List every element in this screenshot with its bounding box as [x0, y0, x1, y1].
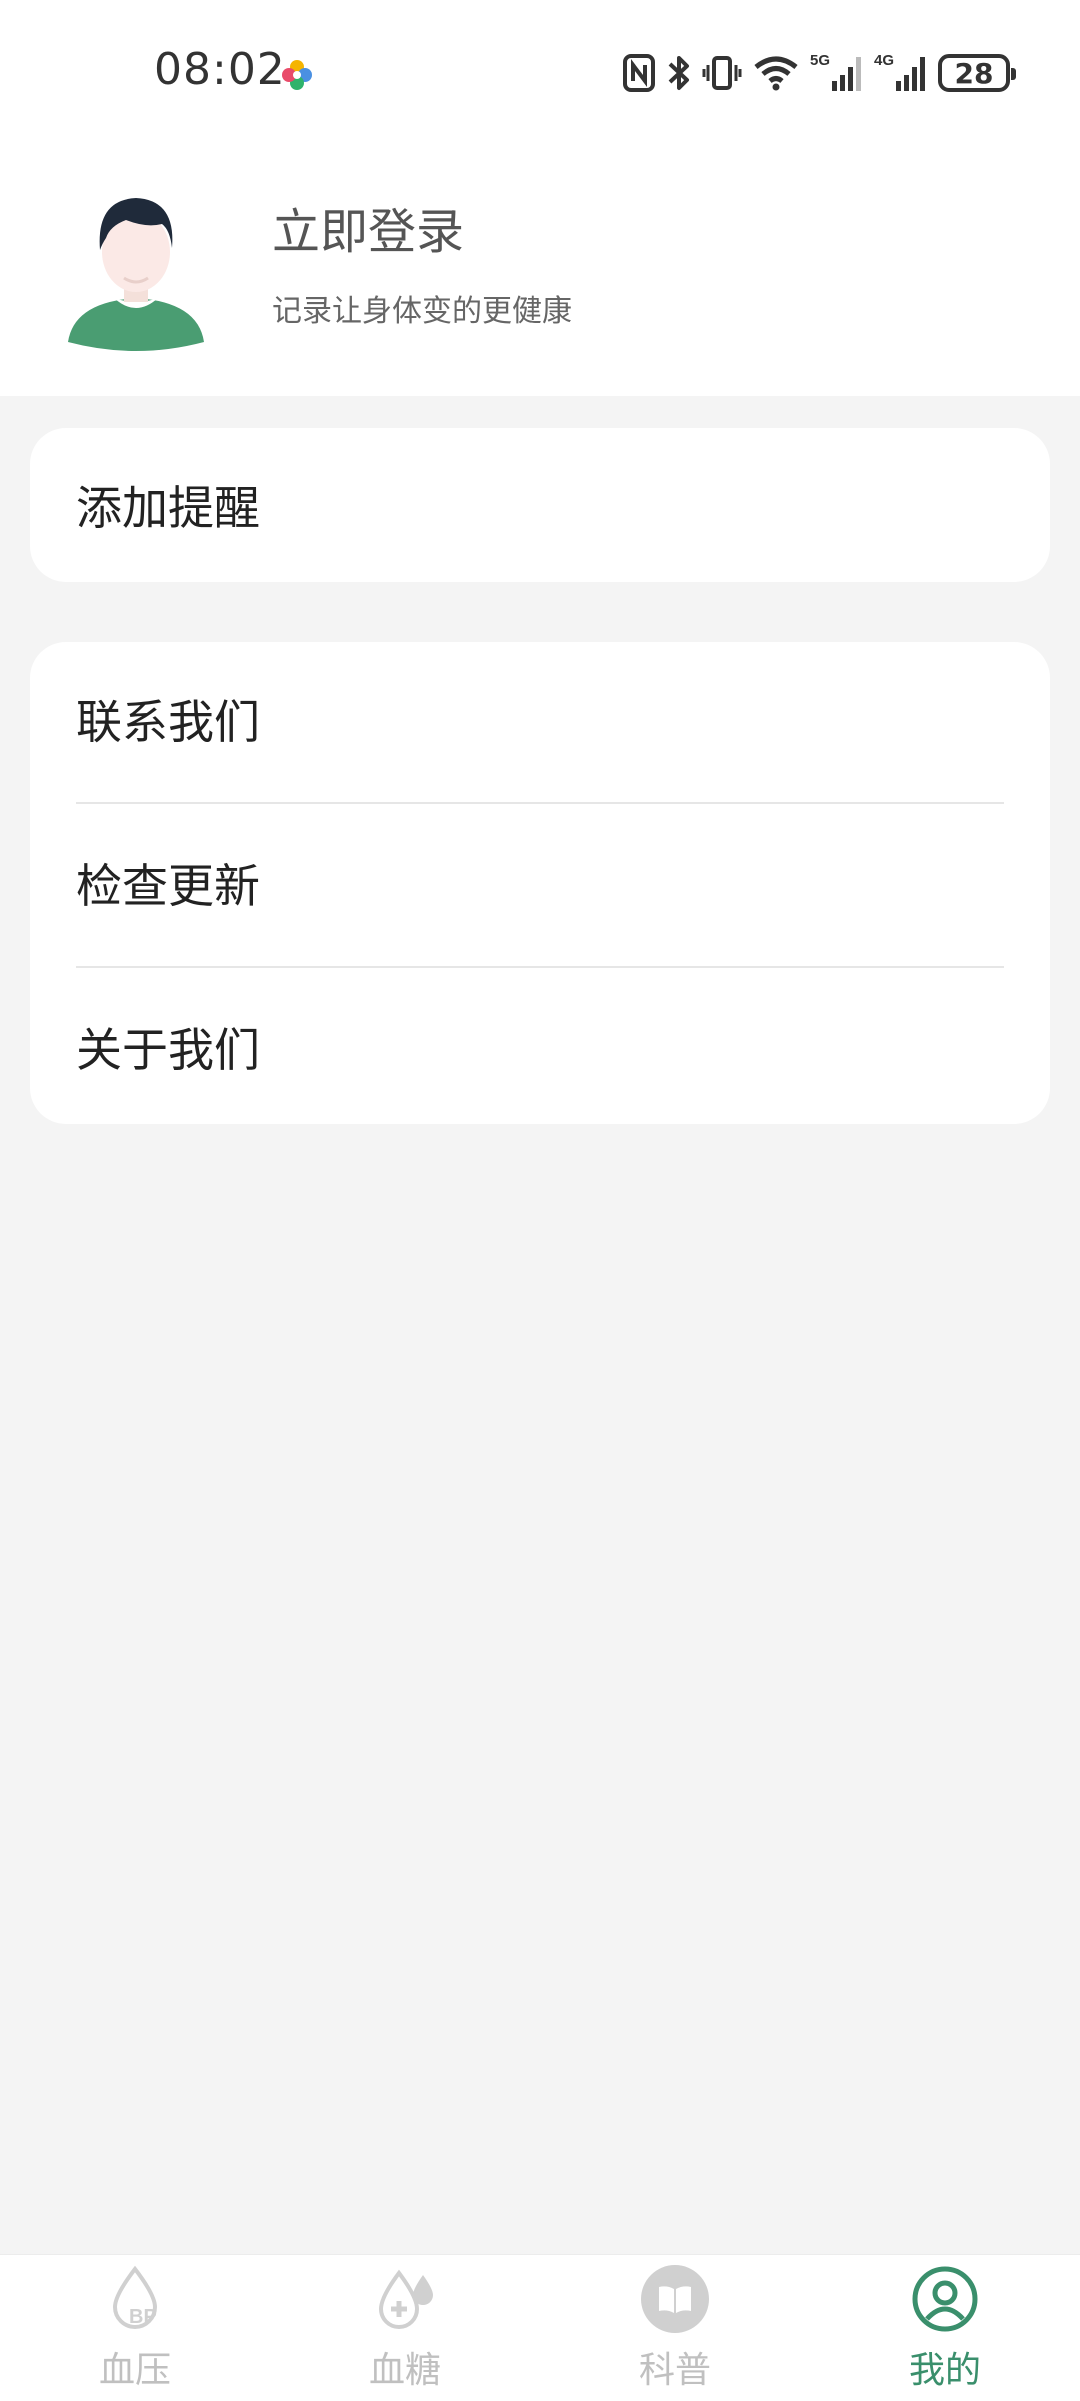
contact-us-item[interactable]: 联系我们	[76, 642, 1004, 796]
tab-blood-sugar-label: 血糖	[368, 2350, 441, 2391]
tab-mine[interactable]: 我的	[810, 2255, 1080, 2401]
status-time: 08:02	[154, 44, 286, 95]
check-update-label: 检查更新	[76, 859, 260, 913]
app-notification-icon	[282, 60, 312, 90]
tab-blood-pressure[interactable]: BP 血压	[0, 2255, 270, 2401]
book-icon	[641, 2265, 709, 2333]
status-bar: 08:02 5G 4G 28	[0, 0, 1080, 140]
contact-us-label: 联系我们	[76, 695, 260, 749]
blood-sugar-icon	[378, 2269, 433, 2329]
about-us-label: 关于我们	[76, 1023, 260, 1077]
check-update-item[interactable]: 检查更新	[76, 806, 1004, 960]
bottom-nav: BP 血压 血糖 科普 我的	[0, 2254, 1080, 2401]
svg-text:BP: BP	[129, 2306, 157, 2328]
divider	[76, 966, 1004, 968]
battery-level: 28	[954, 56, 994, 90]
signal-4g-icon: 4G	[874, 52, 925, 91]
signal-5g-icon: 5G	[810, 52, 861, 91]
blood-pressure-icon: BP	[112, 2265, 158, 2329]
avatar[interactable]	[66, 190, 206, 352]
bluetooth-icon	[668, 56, 689, 90]
signal-5g-label: 5G	[810, 52, 830, 69]
vibrate-icon	[702, 56, 742, 90]
tab-science[interactable]: 科普	[540, 2255, 810, 2401]
settings-card: 联系我们 检查更新 关于我们	[30, 642, 1050, 1124]
status-icons: 5G 4G 28	[622, 50, 1016, 96]
login-title[interactable]: 立即登录	[272, 192, 464, 262]
add-reminder-item[interactable]: 添加提醒	[76, 428, 1004, 582]
battery-icon: 28	[938, 54, 1016, 92]
divider	[76, 802, 1004, 804]
profile-icon	[912, 2266, 978, 2332]
reminder-card: 添加提醒	[30, 428, 1050, 582]
tab-blood-pressure-label: 血压	[98, 2350, 171, 2391]
tab-blood-sugar[interactable]: 血糖	[270, 2255, 540, 2401]
wifi-icon	[754, 56, 798, 91]
signal-4g-label: 4G	[874, 52, 894, 69]
login-subtitle: 记录让身体变的更健康	[272, 294, 572, 329]
about-us-item[interactable]: 关于我们	[76, 970, 1004, 1124]
tab-mine-label: 我的	[908, 2350, 981, 2391]
add-reminder-label: 添加提醒	[76, 481, 260, 535]
tab-science-label: 科普	[638, 2350, 711, 2391]
nfc-icon	[623, 54, 655, 92]
